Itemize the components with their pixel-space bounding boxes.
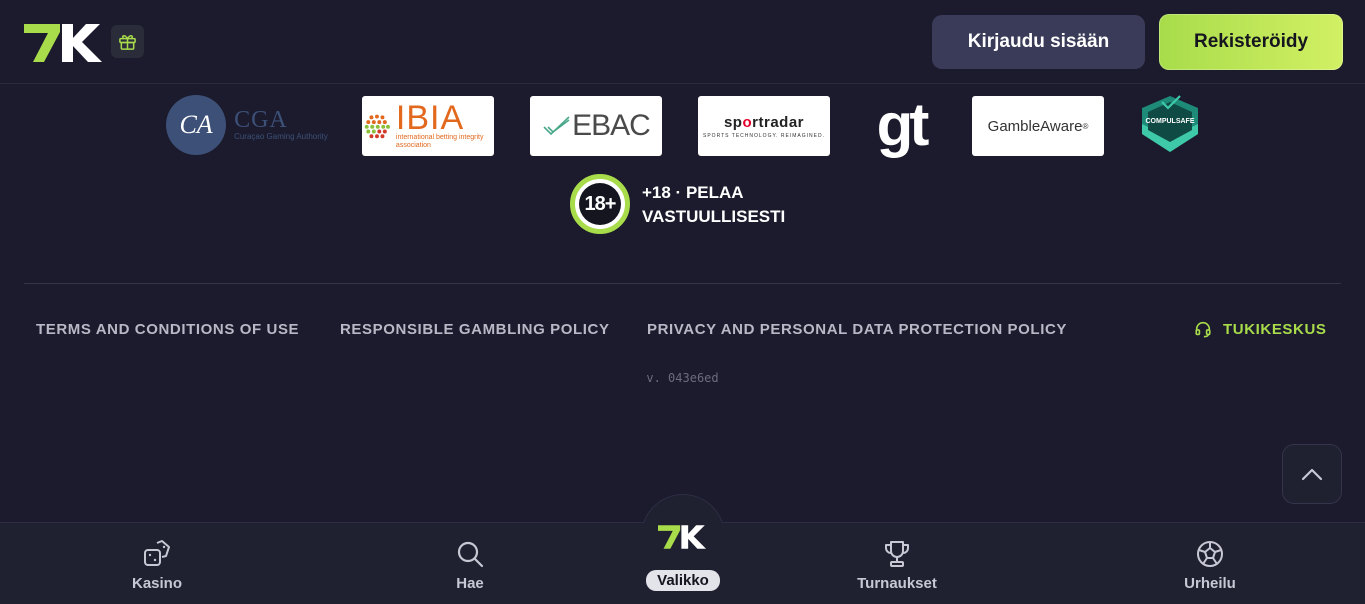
partner-logos: CA CGA Curaçao Gaming Authority IBIA int… bbox=[0, 94, 1365, 158]
sportradar-title-red: o bbox=[742, 113, 753, 131]
support-center-label: TUKIKESKUS bbox=[1223, 320, 1327, 338]
footer-divider bbox=[24, 283, 1341, 284]
trophy-icon bbox=[885, 541, 909, 567]
compulsafe-shield-icon bbox=[1142, 95, 1198, 152]
compulsafe-logo[interactable]: COMPULSAFE bbox=[1138, 94, 1202, 156]
dice-icon bbox=[144, 540, 170, 566]
login-button[interactable]: Kirjaudu sisään bbox=[932, 15, 1145, 69]
nav-item-valikko[interactable]: Valikko bbox=[646, 570, 720, 591]
privacy-policy-link[interactable]: PRIVACY AND PERSONAL DATA PROTECTION POL… bbox=[647, 321, 1067, 338]
responsible-gambling-link[interactable]: RESPONSIBLE GAMBLING POLICY bbox=[340, 321, 610, 338]
sportradar-title-a: sp bbox=[723, 113, 743, 131]
ibia-logo[interactable]: IBIA international betting integrity ass… bbox=[362, 96, 494, 156]
sportradar-subtitle: SPORTS TECHNOLOGY. REIMAGINED. bbox=[703, 132, 825, 139]
scroll-to-top-button[interactable] bbox=[1282, 444, 1342, 504]
ebac-check-icon bbox=[543, 116, 570, 136]
responsible-play-line2: VASTUULLISESTI bbox=[642, 207, 786, 226]
ebac-title: EBAC bbox=[572, 109, 651, 142]
responsible-play-line1: +18 · PELAA bbox=[642, 183, 744, 202]
nav-label-kasino: Kasino bbox=[131, 575, 182, 592]
nav-label-hae: Hae bbox=[456, 575, 484, 592]
ebac-logo[interactable]: EBAC bbox=[530, 96, 662, 156]
nav-label-urheilu: Urheilu bbox=[1184, 575, 1236, 592]
search-icon bbox=[457, 541, 484, 568]
nav-item-turnaukset[interactable]: Turnaukset bbox=[817, 523, 977, 604]
7k-logo[interactable] bbox=[24, 24, 102, 62]
gambleaware-logo[interactable]: GambleAware ® bbox=[972, 96, 1104, 156]
cga-monogram: CA bbox=[166, 95, 227, 155]
header: Kirjaudu sisään Rekisteröidy bbox=[0, 0, 1365, 84]
gt-title: gt bbox=[876, 91, 930, 158]
ibia-subtitle: international betting integrity associat… bbox=[395, 134, 484, 149]
gambleaware-mark: ® bbox=[1082, 121, 1089, 131]
terms-link[interactable]: TERMS AND CONDITIONS OF USE bbox=[36, 321, 299, 338]
sportradar-logo[interactable]: sportradar SPORTS TECHNOLOGY. REIMAGINED… bbox=[698, 96, 830, 156]
chevron-up-icon bbox=[1301, 468, 1323, 481]
7k-logo-icon[interactable] bbox=[658, 524, 706, 550]
headset-icon bbox=[1195, 321, 1211, 338]
compulsafe-title: COMPULSAFE bbox=[1145, 118, 1195, 125]
gift-icon bbox=[119, 35, 136, 50]
nav-item-urheilu[interactable]: Urheilu bbox=[1130, 523, 1290, 604]
cga-logo[interactable]: CA CGA Curaçao Gaming Authority bbox=[166, 94, 328, 156]
sportradar-title-b: rtradar bbox=[752, 113, 805, 131]
age-18-badge: 18+ bbox=[570, 174, 630, 234]
gift-button[interactable] bbox=[111, 25, 144, 58]
support-center-link[interactable]: TUKIKESKUS bbox=[1194, 320, 1327, 338]
cga-title: CGA bbox=[234, 107, 288, 133]
ibia-title: IBIA bbox=[395, 99, 465, 137]
nav-item-kasino[interactable]: Kasino bbox=[77, 523, 237, 604]
age-18-badge-text: 18+ bbox=[579, 183, 621, 225]
version-text: v. 043e6ed bbox=[646, 371, 719, 385]
soccer-ball-icon bbox=[1197, 541, 1223, 567]
nav-item-hae[interactable]: Hae bbox=[390, 523, 550, 604]
nav-label-turnaukset: Turnaukset bbox=[857, 575, 937, 592]
ibia-dots-icon bbox=[364, 114, 390, 139]
responsible-play-text: +18 · PELAA VASTUULLISESTI bbox=[642, 181, 842, 229]
cga-subtitle: Curaçao Gaming Authority bbox=[234, 132, 328, 141]
register-button[interactable]: Rekisteröidy bbox=[1159, 14, 1343, 70]
gambleaware-title: GambleAware bbox=[987, 117, 1083, 135]
gt-logo[interactable]: gt bbox=[866, 94, 936, 156]
